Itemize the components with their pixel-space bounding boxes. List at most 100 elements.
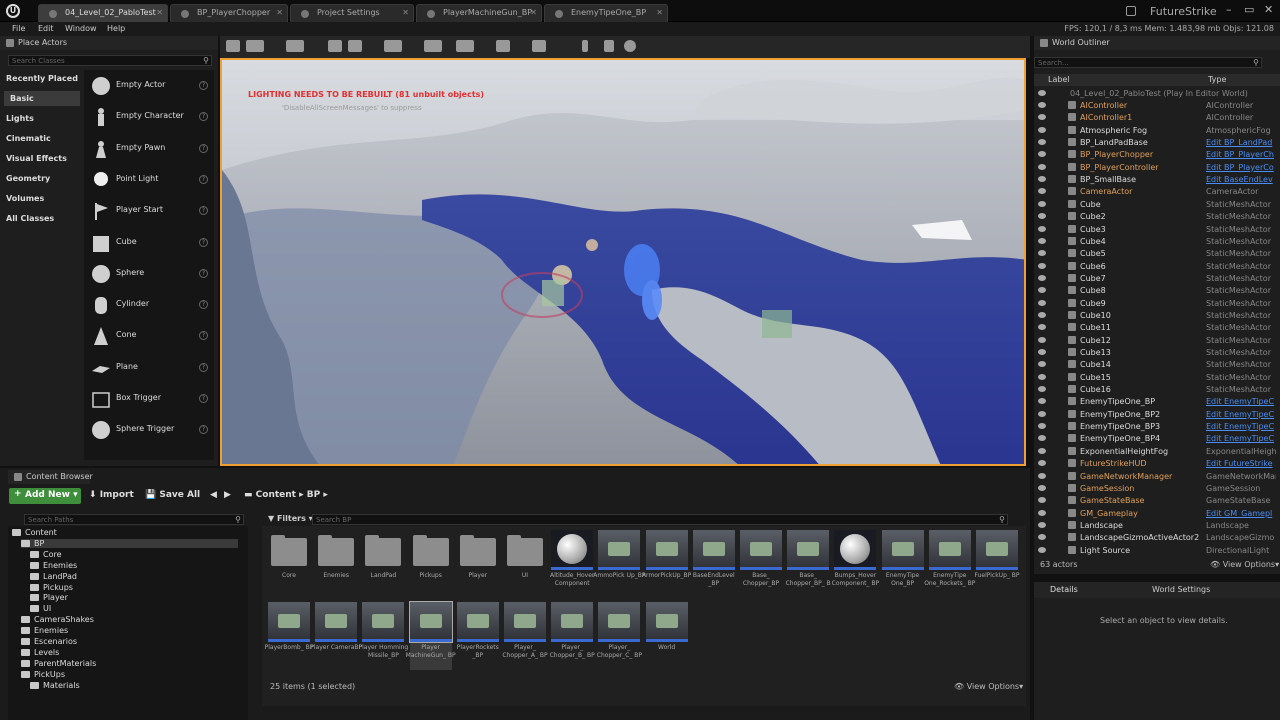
outliner-row[interactable]: GameStateBase GameStateBase: [1034, 495, 1280, 507]
category-6[interactable]: Volumes: [6, 194, 44, 203]
visibility-eye-icon[interactable]: [1038, 274, 1046, 281]
outliner-row[interactable]: Cube7 StaticMeshActor: [1034, 273, 1280, 285]
actor-item[interactable]: Player Start ?: [84, 197, 214, 227]
visibility-eye-icon[interactable]: [1038, 521, 1046, 528]
outliner-row-type[interactable]: Edit EnemyTipeC: [1206, 434, 1276, 443]
tab-0[interactable]: 04_Level_02_PabloTest ✕: [38, 4, 168, 22]
visibility-eye-icon[interactable]: [1038, 546, 1046, 553]
visibility-eye-icon[interactable]: [1038, 447, 1046, 454]
content-view-options[interactable]: 👁 View Options▾: [954, 682, 1023, 691]
asset-tile[interactable]: Enemies: [315, 530, 357, 598]
tree-folder[interactable]: Player: [30, 593, 238, 602]
visibility-eye-icon[interactable]: [1038, 386, 1046, 393]
visibility-eye-icon[interactable]: [1038, 349, 1046, 355]
outliner-row[interactable]: BP_PlayerController Edit BP_PlayerCo: [1034, 162, 1280, 174]
menu-help[interactable]: Help: [107, 24, 125, 33]
actor-item[interactable]: Plane ?: [84, 354, 214, 384]
source-control-icon[interactable]: [246, 40, 264, 52]
visibility-eye-icon[interactable]: [1038, 262, 1046, 269]
visibility-eye-icon[interactable]: [1038, 225, 1046, 232]
tab-world-settings[interactable]: World Settings: [1152, 585, 1210, 594]
help-icon[interactable]: ?: [199, 331, 208, 341]
asset-tile[interactable]: EnemyTipe One_BP: [881, 530, 924, 598]
asset-tile[interactable]: PlayerBomb_ BP: [265, 602, 313, 670]
menu-edit[interactable]: Edit: [38, 24, 54, 33]
visibility-eye-icon[interactable]: [1038, 139, 1046, 146]
asset-tile[interactable]: Pickups: [410, 530, 452, 598]
visibility-eye-icon[interactable]: [1038, 188, 1046, 195]
category-5[interactable]: Geometry: [6, 174, 50, 183]
asset-tile[interactable]: Base_ Chopper_BP: [740, 530, 782, 598]
actor-item[interactable]: Empty Pawn ?: [84, 135, 214, 165]
tree-folder[interactable]: Pickups: [30, 583, 238, 592]
asset-tile[interactable]: Player_ Chopper_B_ BP: [550, 602, 595, 670]
close-tab-icon[interactable]: ✕: [156, 8, 163, 17]
content-icon[interactable]: [328, 40, 342, 52]
menu-file[interactable]: File: [12, 24, 25, 33]
outliner-row-type[interactable]: Edit EnemyTipeC: [1206, 410, 1276, 419]
asset-tile[interactable]: Player MachineGun_ BP: [406, 601, 456, 670]
visibility-eye-icon[interactable]: [1038, 497, 1046, 504]
compile-icon[interactable]: [532, 40, 546, 52]
outliner-row-type[interactable]: Edit BP_PlayerCh: [1206, 150, 1276, 159]
visibility-eye-icon[interactable]: [1038, 114, 1046, 121]
outliner-row[interactable]: AIController1 AIController: [1034, 112, 1280, 124]
outliner-row[interactable]: Cube15 StaticMeshActor: [1034, 372, 1280, 384]
outliner-row[interactable]: EnemyTipeOne_BP4 Edit EnemyTipeC: [1034, 433, 1280, 445]
visibility-eye-icon[interactable]: [1038, 373, 1046, 380]
tree-folder[interactable]: LandPad: [30, 572, 238, 581]
outliner-row[interactable]: Cube8 StaticMeshActor: [1034, 285, 1280, 297]
filters-button[interactable]: ▼ Filters ▾: [268, 514, 313, 523]
tab-4[interactable]: EnemyTipeOne_BP ✕: [544, 4, 668, 22]
help-icon[interactable]: ?: [199, 81, 208, 90]
visibility-eye-icon[interactable]: [1038, 311, 1046, 318]
asset-tile[interactable]: FuelPickUp_ BP: [974, 530, 1020, 598]
outliner-row-type[interactable]: Edit GM_Gamepl: [1206, 509, 1276, 518]
visibility-eye-icon[interactable]: [1038, 410, 1046, 417]
actor-item[interactable]: Box Trigger ?: [84, 385, 214, 415]
category-7[interactable]: All Classes: [6, 214, 54, 223]
outliner-row-type[interactable]: Edit EnemyTipeC: [1206, 422, 1276, 431]
outliner-row[interactable]: GM_Gameplay Edit GM_Gamepl: [1034, 508, 1280, 520]
outliner-row[interactable]: EnemyTipeOne_BP Edit EnemyTipeC: [1034, 396, 1280, 408]
maximize-button[interactable]: ▭: [1244, 3, 1254, 16]
category-4[interactable]: Visual Effects: [6, 154, 67, 163]
outliner-row[interactable]: EnemyTipeOne_BP3 Edit EnemyTipeC: [1034, 421, 1280, 433]
outliner-row-type[interactable]: Edit EnemyTipeC: [1206, 397, 1276, 406]
tree-folder[interactable]: Content: [12, 528, 238, 537]
help-icon[interactable]: ?: [199, 362, 208, 372]
modes-icon[interactable]: [286, 40, 304, 52]
visibility-eye-icon[interactable]: [1038, 324, 1046, 331]
outliner-row[interactable]: EnemyTipeOne_BP2 Edit EnemyTipeC: [1034, 409, 1280, 421]
visibility-eye-icon[interactable]: [1038, 176, 1046, 183]
tree-folder[interactable]: Materials: [30, 681, 238, 690]
tab-2[interactable]: Project Settings ✕: [290, 4, 414, 22]
pause-icon[interactable]: [582, 40, 588, 52]
help-icon[interactable]: ?: [199, 143, 208, 153]
asset-tile[interactable]: AmmoPick Up_BP: [593, 530, 646, 598]
asset-tile[interactable]: Core: [268, 530, 310, 598]
outliner-row[interactable]: Cube4 StaticMeshActor: [1034, 236, 1280, 248]
type-column-header[interactable]: Type: [1208, 75, 1226, 84]
outliner-row[interactable]: GameNetworkManager GameNetworkMan: [1034, 471, 1280, 483]
close-tab-icon[interactable]: ✕: [402, 8, 409, 17]
outliner-row[interactable]: Cube3 StaticMeshActor: [1034, 224, 1280, 236]
build-icon[interactable]: [496, 40, 510, 52]
outliner-row[interactable]: GameSession GameSession: [1034, 483, 1280, 495]
category-0[interactable]: Recently Placed: [6, 74, 78, 83]
asset-tile[interactable]: World: [645, 602, 688, 670]
blueprints-icon[interactable]: [424, 40, 442, 52]
tree-folder[interactable]: BP: [21, 538, 238, 548]
category-2[interactable]: Lights: [6, 114, 34, 123]
category-1[interactable]: Basic: [4, 91, 80, 106]
actor-item[interactable]: Empty Actor ?: [84, 72, 214, 102]
actor-item[interactable]: Sphere ?: [84, 260, 214, 290]
outliner-row[interactable]: FutureStrikeHUD Edit FutureStrike: [1034, 458, 1280, 470]
outliner-row[interactable]: BP_PlayerChopper Edit BP_PlayerCh: [1034, 149, 1280, 161]
tree-folder[interactable]: ParentMaterials: [21, 659, 238, 668]
minimize-button[interactable]: –: [1226, 3, 1232, 16]
import-button[interactable]: ⬇ Import: [89, 490, 134, 500]
search-classes-input[interactable]: Search Classes ⚲: [8, 55, 212, 66]
outliner-row[interactable]: Cube6 StaticMeshActor: [1034, 261, 1280, 273]
asset-tile[interactable]: PlayerRockets _BP: [456, 602, 499, 670]
